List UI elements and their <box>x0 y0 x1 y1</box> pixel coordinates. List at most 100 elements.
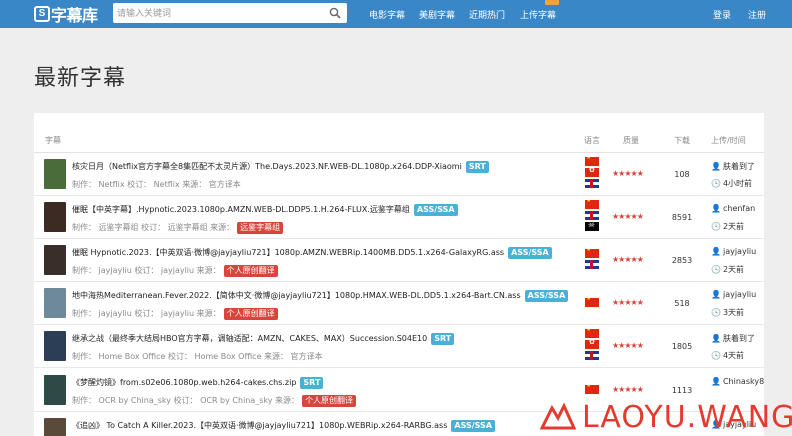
subtitle-meta: 制作： OCR by China_sky 校订： OCR by China_sk… <box>72 395 357 407</box>
cn-flag-icon <box>585 157 599 166</box>
subtitle-title: 继承之战（最终季大结局HBO官方字幕，调轴适配：AMZN、CAKES、MAX）S… <box>72 333 612 345</box>
subtitle-meta: 制作： jayjayliu 校订： jayjayliu 来源： 个人原创翻译 <box>72 308 278 320</box>
user-icon: 👤 <box>711 377 721 386</box>
user-icon: 👤 <box>711 204 721 213</box>
language-flags <box>585 157 601 190</box>
poster-thumbnail[interactable] <box>44 288 66 318</box>
header-upload-time: 上传/时间 <box>711 136 746 145</box>
header-downloads: 下载 <box>674 136 690 145</box>
credits-text: 制作： jayjayliu 校订： jayjayliu 来源： <box>72 309 221 318</box>
cn-flag-icon <box>585 200 599 209</box>
subtitle-title-link[interactable]: 继承之战（最终季大结局HBO官方字幕，调轴适配：AMZN、CAKES、MAX）S… <box>72 334 427 343</box>
format-tag: ASS/SSA <box>508 247 552 259</box>
login-link[interactable]: 登录 <box>713 8 731 21</box>
uploader-name[interactable]: jayjayliu <box>723 290 756 299</box>
nav-trending[interactable]: 近期热门 <box>469 8 505 21</box>
upload-time-text: 4小时前 <box>722 179 753 188</box>
language-flags <box>585 329 601 362</box>
subtitle-title-link[interactable]: 《追凶》 To Catch A Killer.2023.【中英双语·微博@jay… <box>72 421 447 430</box>
clock-icon: 🕓 <box>711 265 721 274</box>
download-count: 1113 <box>671 386 693 395</box>
quality-stars: ★★★★★ <box>612 169 644 178</box>
subtitle-title-link[interactable]: 核灾日月（Netflix官方字幕全8集匹配不太灵片源）The.Days.2023… <box>72 162 462 171</box>
watermark-text: LAOYU.WANG <box>582 399 792 435</box>
search-icon[interactable] <box>329 7 341 19</box>
credits-text: 制作： Home Box Office 校订： Home Box Office … <box>72 352 323 361</box>
format-tag: ASS/SSA <box>524 290 569 302</box>
uploader: 👤 jayjayliu <box>711 247 756 256</box>
logo-text: 字幕库 <box>51 6 98 25</box>
language-flags <box>585 200 601 233</box>
uploader-name[interactable]: 肤着到了 <box>723 334 755 343</box>
credits-text: 制作： jayjayliu 校订： jayjayliu 来源： <box>72 266 221 275</box>
gb-flag-icon <box>585 351 599 360</box>
poster-thumbnail[interactable] <box>44 245 66 275</box>
upload-time-text: 2天前 <box>722 222 745 231</box>
quality-stars: ★★★★★ <box>612 255 644 264</box>
cn-flag-icon <box>585 385 599 394</box>
site-logo[interactable]: S 字幕库 <box>34 3 98 25</box>
upload-time-text: 4天前 <box>722 351 745 360</box>
table-row[interactable]: 催眠【中英字幕】.Hypnotic.2023.1080p.AMZN.WEB-DL… <box>34 196 764 239</box>
new-badge <box>545 0 559 5</box>
uploader-name[interactable]: chenfan <box>723 204 755 213</box>
uploader-name[interactable]: jayjayliu <box>723 247 756 256</box>
header-quality: 质量 <box>623 136 639 145</box>
credits-text: 制作： OCR by China_sky 校订： OCR by China_sk… <box>72 396 300 405</box>
uploader-name[interactable]: 肤着到了 <box>723 162 755 171</box>
search-input[interactable] <box>113 4 313 24</box>
poster-thumbnail[interactable] <box>44 418 66 436</box>
format-tag: ASS/SSA <box>413 204 458 216</box>
upload-time: 🕓 3天前 <box>711 307 744 318</box>
quality-stars: ★★★★★ <box>612 298 644 307</box>
quality-stars: ★★★★★ <box>612 385 644 394</box>
subtitle-title-link[interactable]: 催眠【中英字幕】.Hypnotic.2023.1080p.AMZN.WEB-DL… <box>72 205 410 214</box>
uploader: 👤 jayjayliu <box>711 290 756 299</box>
table-row[interactable]: 催眠 Hypnotic.2023.【中英双语·微博@jayjayliu721】1… <box>34 239 764 282</box>
subtitle-meta: 制作： jayjayliu 校订： jayjayliu 来源： 个人原创翻译 <box>72 265 278 277</box>
table-row[interactable]: 地中海热Mediterranean.Fever.2022.【简体中文·微博@ja… <box>34 282 764 325</box>
pi-flag-icon <box>585 222 599 231</box>
upload-time: 🕓 2天前 <box>711 264 744 275</box>
subtitle-title: 催眠 Hypnotic.2023.【中英双语·微博@jayjayliu721】1… <box>72 247 612 259</box>
subtitle-title: 《追凶》 To Catch A Killer.2023.【中英双语·微博@jay… <box>72 420 612 432</box>
nav-us-series-subtitles[interactable]: 美剧字幕 <box>419 8 455 21</box>
subtitle-meta: 制作： Home Box Office 校订： Home Box Office … <box>72 351 323 362</box>
upload-time: 🕓 2天前 <box>711 221 744 232</box>
poster-thumbnail[interactable] <box>44 331 66 361</box>
user-icon: 👤 <box>711 290 721 299</box>
poster-thumbnail[interactable] <box>44 375 66 405</box>
clock-icon: 🕓 <box>711 308 721 317</box>
gb-flag-icon <box>585 260 599 269</box>
register-link[interactable]: 注册 <box>748 8 766 21</box>
subtitle-title-link[interactable]: 催眠 Hypnotic.2023.【中英双语·微博@jayjayliu721】1… <box>72 248 504 257</box>
poster-thumbnail[interactable] <box>44 159 66 189</box>
upload-time-text: 2天前 <box>722 265 745 274</box>
uploader: 👤 Chinasky8 <box>711 377 764 386</box>
uploader-name[interactable]: Chinasky8 <box>723 377 764 386</box>
cn-flag-icon <box>585 298 599 307</box>
gb-flag-icon <box>585 211 599 220</box>
credits-text: 制作： Netflix 校订： Netflix 来源： 官方译本 <box>72 180 241 189</box>
subtitle-title-link[interactable]: 地中海热Mediterranean.Fever.2022.【简体中文·微博@ja… <box>72 291 521 300</box>
logo-mark-icon: S <box>34 6 50 22</box>
subtitle-meta: 制作： Netflix 校订： Netflix 来源： 官方译本 <box>72 179 241 190</box>
poster-thumbnail[interactable] <box>44 202 66 232</box>
watermark-logo-icon <box>540 402 576 430</box>
download-count: 2853 <box>671 256 693 265</box>
cn-flag-icon <box>585 249 599 258</box>
table-row[interactable]: 继承之战（最终季大结局HBO官方字幕，调轴适配：AMZN、CAKES、MAX）S… <box>34 325 764 368</box>
nav-movie-subtitles[interactable]: 电影字幕 <box>369 8 405 21</box>
format-tag: ASS/SSA <box>451 420 496 432</box>
gb-flag-icon <box>585 179 599 188</box>
header-subtitle: 字幕 <box>45 136 61 145</box>
upload-time: 🕓 4小时前 <box>711 178 752 189</box>
table-row[interactable]: 核灾日月（Netflix官方字幕全8集匹配不太灵片源）The.Days.2023… <box>34 153 764 196</box>
header-language: 语言 <box>584 136 600 145</box>
subtitle-title-link[interactable]: 《梦醒灼镜》from.s02e06.1080p.web.h264-cakes.c… <box>72 378 296 387</box>
subtitle-table: 字幕 语言 质量 下载 上传/时间 核灾日月（Netflix官方字幕全8集匹配不… <box>34 113 764 436</box>
download-count: 1805 <box>671 342 693 351</box>
language-flags <box>585 249 601 271</box>
quality-stars: ★★★★★ <box>612 212 644 221</box>
nav-upload-subtitles[interactable]: 上传字幕 <box>520 8 556 21</box>
